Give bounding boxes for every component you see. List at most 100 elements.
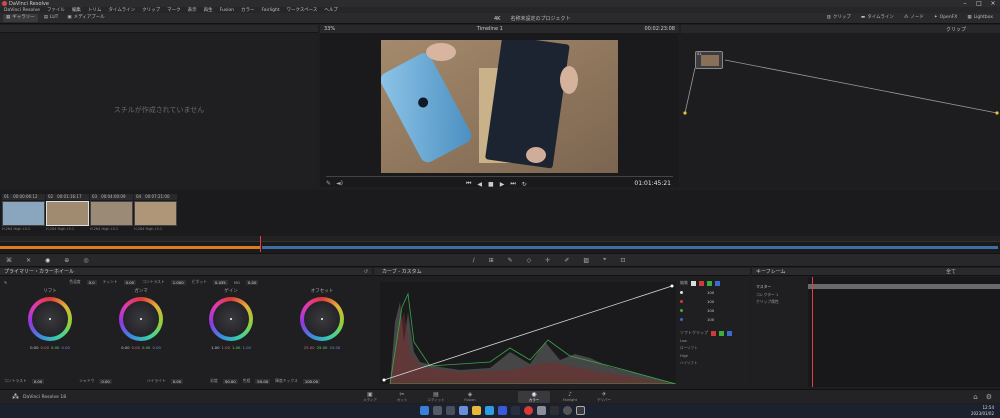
r-intensity[interactable]: 100 bbox=[707, 299, 714, 304]
b-intensity[interactable]: 100 bbox=[707, 317, 714, 322]
motion-effects-icon[interactable]: ◎ bbox=[83, 257, 88, 264]
audio-icon[interactable]: ◄) bbox=[336, 180, 343, 187]
color-warper-icon[interactable]: ⊞ bbox=[489, 257, 494, 264]
soft-clip-r[interactable] bbox=[711, 330, 716, 336]
page-color-tab[interactable]: ◉ カラー bbox=[518, 391, 550, 403]
saturation-value[interactable]: 50.00 bbox=[222, 378, 238, 384]
settings-app-icon[interactable] bbox=[537, 406, 546, 415]
hue-value[interactable]: 50.00 bbox=[255, 378, 271, 384]
home-icon[interactable]: ⌂ bbox=[973, 393, 977, 401]
wheel-value-r[interactable]: 0.00 bbox=[41, 345, 49, 350]
camera-raw-icon[interactable]: ⌘ bbox=[6, 257, 12, 264]
wheel-center-dot[interactable] bbox=[230, 318, 232, 320]
wheel-value-y[interactable]: 0.00 bbox=[30, 345, 38, 350]
resolve-taskbar-icon[interactable] bbox=[576, 406, 585, 415]
zoom-dropdown[interactable]: 33% bbox=[324, 26, 335, 32]
file-explorer-icon[interactable] bbox=[472, 406, 481, 415]
start-icon[interactable] bbox=[420, 406, 429, 415]
play-icon[interactable]: ▶ bbox=[500, 181, 505, 188]
keyframes-filter-dropdown[interactable]: 全て bbox=[946, 268, 956, 275]
soft-clip-b[interactable] bbox=[727, 330, 732, 336]
page-cut-tab[interactable]: ✂ カット bbox=[386, 391, 418, 403]
eyedropper-icon[interactable]: ✎ bbox=[4, 280, 7, 285]
offset-wheel[interactable]: オフセット 25.00 25.00 25.00 bbox=[292, 288, 352, 350]
keyframe-sizing-label[interactable]: クリップ属性 bbox=[756, 299, 779, 305]
store-icon[interactable] bbox=[498, 406, 507, 415]
nodes-button[interactable]: ⁂ ノード bbox=[901, 14, 927, 22]
soft-clip-g[interactable] bbox=[719, 330, 724, 336]
tracker-icon[interactable]: ✛ bbox=[545, 257, 550, 264]
wheel-value-b[interactable]: 0.00 bbox=[61, 345, 69, 350]
color-wheel-disc[interactable] bbox=[209, 297, 253, 341]
lum-mix-value[interactable]: 100.00 bbox=[302, 378, 321, 384]
edge-icon[interactable] bbox=[485, 406, 494, 415]
color-wheel-disc[interactable] bbox=[28, 297, 72, 341]
clip-thumbnail[interactable]: 01 00:00:06:12 H.264 High L5.1 bbox=[2, 194, 45, 232]
media-pool-button[interactable]: ▣ メディアプール bbox=[64, 14, 107, 22]
app-icon[interactable] bbox=[524, 406, 533, 415]
g-intensity[interactable]: 100 bbox=[707, 308, 714, 313]
soft-clip-row[interactable]: ハイソフト bbox=[680, 361, 748, 366]
node-mode-dropdown[interactable]: クリップ bbox=[946, 26, 966, 33]
wheel-value-y[interactable]: 1.00 bbox=[211, 345, 219, 350]
wheel-value-b[interactable]: 1.00 bbox=[242, 345, 250, 350]
gallery-button[interactable]: ▦ ギャラリー bbox=[3, 14, 38, 22]
wheel-value-g[interactable]: 1.00 bbox=[232, 345, 240, 350]
channel-b-toggle[interactable] bbox=[715, 280, 720, 286]
menu-item[interactable]: Fairlight bbox=[262, 8, 280, 13]
md-value[interactable]: 0.00 bbox=[245, 279, 259, 285]
clip-thumbnail[interactable]: 02 00:01:16:17 H.264 High L5.1 bbox=[46, 194, 89, 232]
pivot-value[interactable]: 0.435 bbox=[212, 279, 228, 285]
stop-icon[interactable]: ■ bbox=[488, 181, 494, 188]
steam-icon[interactable] bbox=[511, 406, 520, 415]
color-wheels-icon[interactable]: ◉ bbox=[45, 257, 50, 264]
gain-wheel[interactable]: ゲイン 1.00 1.00 1.00 1.00 bbox=[201, 288, 261, 350]
viewer-scrubber[interactable] bbox=[326, 176, 673, 177]
channel-y-toggle[interactable] bbox=[691, 280, 696, 286]
mini-timeline[interactable] bbox=[0, 236, 1000, 252]
page-deliver-tab[interactable]: ✈ デリバー bbox=[588, 391, 620, 403]
keyframe-track-area[interactable] bbox=[808, 277, 1000, 387]
loop-icon[interactable]: ↻ bbox=[522, 181, 527, 188]
wheel-value-r[interactable]: 25.00 bbox=[304, 345, 315, 350]
shadows-value[interactable]: 0.00 bbox=[99, 378, 112, 384]
wheel-center-dot[interactable] bbox=[49, 318, 51, 320]
magic-mask-icon[interactable]: ✐ bbox=[564, 257, 569, 264]
wheel-value-r[interactable]: 0.00 bbox=[132, 345, 140, 350]
wheel-center-dot[interactable] bbox=[321, 318, 323, 320]
node-01[interactable]: 01 bbox=[695, 51, 723, 69]
pen-icon[interactable]: ✎ bbox=[326, 180, 331, 187]
channel-r-toggle[interactable] bbox=[699, 280, 704, 286]
soft-clip-row[interactable]: High bbox=[680, 354, 748, 358]
curves-graph[interactable] bbox=[380, 282, 676, 384]
wheel-center-dot[interactable] bbox=[140, 318, 142, 320]
window-icon[interactable]: ◇ bbox=[527, 257, 532, 264]
page-media-tab[interactable]: ▣ メディア bbox=[354, 391, 386, 403]
lift-wheel[interactable]: リフト 0.00 0.00 0.00 0.00 bbox=[20, 288, 80, 350]
openfx-button[interactable]: ✦ OpenFX bbox=[931, 14, 960, 22]
soft-clip-row[interactable]: ローソフト bbox=[680, 346, 748, 351]
menu-item[interactable]: Fusion bbox=[220, 8, 234, 13]
system-clock[interactable]: 12:54 2023/01/02 bbox=[971, 405, 994, 417]
page-edit-tab[interactable]: ▤ エディット bbox=[420, 391, 452, 403]
clip-thumbnail[interactable]: 04 00:07:21:00 H.264 High L5.1 bbox=[134, 194, 177, 232]
sizing-icon[interactable]: ⊡ bbox=[620, 257, 625, 264]
keyframe-playhead[interactable] bbox=[812, 277, 813, 387]
maximize-icon[interactable]: □ bbox=[972, 0, 986, 7]
menu-item[interactable]: DaVinci Resolve bbox=[4, 8, 40, 13]
rgb-mixer-icon[interactable]: ⊕ bbox=[64, 257, 69, 264]
qualifier-icon[interactable]: ✎ bbox=[508, 257, 513, 264]
reverse-icon[interactable]: ◀ bbox=[477, 181, 482, 188]
y-intensity[interactable]: 100 bbox=[707, 290, 714, 295]
contrast-value[interactable]: 1.000 bbox=[170, 279, 186, 285]
clips-button[interactable]: ▥ クリップ bbox=[824, 14, 854, 22]
minimize-icon[interactable]: – bbox=[958, 0, 972, 7]
timeline-button[interactable]: ▬ タイムライン bbox=[858, 14, 897, 22]
temp-value[interactable]: 0.0 bbox=[86, 279, 97, 285]
wheel-value-g[interactable]: 0.00 bbox=[142, 345, 150, 350]
obs-icon[interactable] bbox=[550, 406, 559, 415]
soft-clip-row[interactable]: Low bbox=[680, 339, 748, 343]
color-wheel-disc[interactable] bbox=[119, 297, 163, 341]
skip-end-icon[interactable]: ⏭ bbox=[510, 180, 515, 188]
wheel-value-g[interactable]: 0.00 bbox=[51, 345, 59, 350]
